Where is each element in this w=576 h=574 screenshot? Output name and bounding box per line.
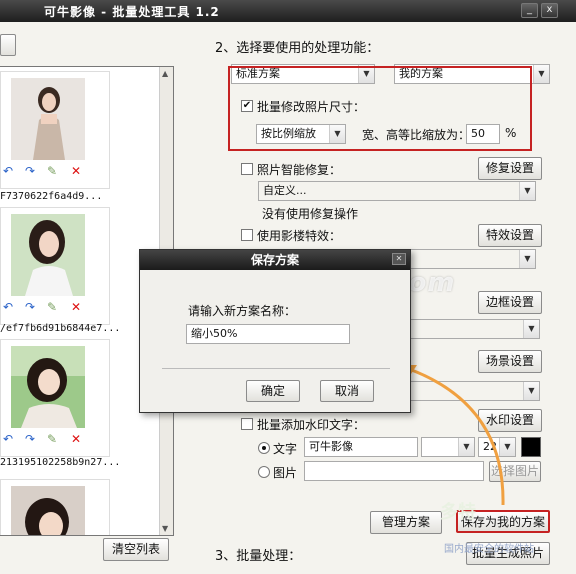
- thumbnail-item[interactable]: ↶ ↷ ✎ ✕: [0, 71, 110, 189]
- rotate-right-icon[interactable]: ↷: [25, 432, 35, 446]
- photo-thumbnail[interactable]: [11, 486, 85, 536]
- edit-icon[interactable]: ✎: [47, 300, 57, 314]
- watermark-settings-button[interactable]: 水印设置: [478, 409, 542, 432]
- watermark-label: 批量添加水印文字：: [257, 418, 366, 432]
- thumbnail-filename: /ef7fb6d91b6844e7...: [0, 323, 121, 334]
- window-title: 可牛影像 - 批量处理工具 1.2: [44, 5, 220, 19]
- watermark-checkbox[interactable]: [241, 418, 253, 430]
- watermark-image-radio[interactable]: [258, 466, 270, 478]
- resize-label: 批量修改照片尺寸：: [257, 100, 366, 114]
- watermark-image-radio-label: 图片: [273, 466, 298, 480]
- percent-unit: %: [505, 126, 517, 140]
- chevron-down-icon[interactable]: ▼: [533, 65, 549, 83]
- repair-note: 没有使用修复操作: [262, 207, 359, 221]
- clear-list-button[interactable]: 清空列表: [103, 538, 169, 561]
- step2-title: 2、选择要使用的处理功能：: [215, 41, 380, 56]
- scroll-up-icon[interactable]: ▲: [162, 69, 171, 78]
- scene-settings-button[interactable]: 场景设置: [478, 350, 542, 373]
- watermark-text-radio[interactable]: [258, 442, 270, 454]
- thumbnail-item[interactable]: [0, 479, 110, 536]
- watermark-text-radio-label: 文字: [273, 442, 298, 456]
- thumbnail-item[interactable]: ↶ ↷ ✎ ✕: [0, 207, 110, 325]
- resize-checkbox[interactable]: ✔: [241, 100, 253, 112]
- watermark-image-path[interactable]: [304, 461, 484, 481]
- delete-icon[interactable]: ✕: [71, 432, 81, 446]
- photo-thumbnail[interactable]: [11, 346, 85, 428]
- repair-settings-button[interactable]: 修复设置: [478, 157, 542, 180]
- repair-select[interactable]: 自定义... ▼: [258, 181, 536, 201]
- delete-icon[interactable]: ✕: [71, 164, 81, 178]
- thumbnail-toolbar: ↶ ↷ ✎ ✕: [1, 164, 101, 178]
- step3-title: 3、批量处理：: [215, 549, 302, 564]
- resize-mode-select[interactable]: 按比例缩放 ▼: [256, 124, 346, 144]
- effect-settings-button[interactable]: 特效设置: [478, 224, 542, 247]
- rotate-right-icon[interactable]: ↷: [25, 300, 35, 314]
- rotate-left-icon[interactable]: ↶: [3, 300, 13, 314]
- rotate-left-icon[interactable]: ↶: [3, 432, 13, 446]
- repair-checkbox[interactable]: [241, 163, 253, 175]
- manage-presets-button[interactable]: 管理方案: [370, 511, 442, 534]
- dialog-title: 保存方案: [140, 250, 410, 270]
- chevron-down-icon[interactable]: ▼: [458, 438, 474, 456]
- add-photo-button[interactable]: [0, 34, 16, 56]
- resize-mode-value: 按比例缩放: [261, 127, 316, 140]
- dialog-close-icon[interactable]: ✕: [392, 253, 406, 265]
- chevron-down-icon[interactable]: ▼: [523, 382, 539, 400]
- delete-icon[interactable]: ✕: [71, 300, 81, 314]
- resize-ratio-input[interactable]: 50: [466, 124, 500, 144]
- chevron-down-icon[interactable]: ▼: [499, 438, 515, 456]
- edit-icon[interactable]: ✎: [47, 164, 57, 178]
- rotate-left-icon[interactable]: ↶: [3, 164, 13, 178]
- effect-select[interactable]: ▼: [400, 249, 536, 269]
- preset-name-input[interactable]: 缩小50%: [186, 324, 350, 344]
- watermark-size-select[interactable]: 22 ▼: [478, 437, 516, 457]
- dialog-cancel-button[interactable]: 取消: [320, 380, 374, 402]
- watermark-size-value: 22: [483, 440, 497, 453]
- watermark-color-swatch[interactable]: [521, 437, 541, 457]
- repair-select-value: 自定义...: [263, 184, 307, 197]
- corner-logo-subtitle: 国内最安全的软件站: [444, 544, 534, 555]
- chevron-down-icon[interactable]: ▼: [519, 250, 535, 268]
- thumbnail-item[interactable]: ↶ ↷ ✎ ✕: [0, 339, 110, 457]
- dialog-divider: [162, 368, 390, 369]
- thumbnail-toolbar: ↶ ↷ ✎ ✕: [1, 432, 101, 446]
- photo-thumbnail[interactable]: [11, 214, 85, 296]
- effect-checkbox[interactable]: [241, 229, 253, 241]
- dialog-ok-button[interactable]: 确定: [246, 380, 300, 402]
- watermark-text-input[interactable]: 可牛影像: [304, 437, 418, 457]
- save-preset-dialog: 保存方案 ✕ 请输入新方案名称： 缩小50% 确定 取消: [139, 249, 411, 413]
- border-settings-button[interactable]: 边框设置: [478, 291, 542, 314]
- chevron-down-icon[interactable]: ▼: [329, 125, 345, 143]
- scene-select[interactable]: ▼: [400, 381, 540, 401]
- resize-ratio-label: 宽、高等比缩放为：: [362, 128, 471, 142]
- watermark-font-select[interactable]: ▼: [421, 437, 475, 457]
- title-bar: 可牛影像 - 批量处理工具 1.2 _ x: [0, 0, 576, 22]
- minimize-button[interactable]: _: [521, 3, 538, 18]
- border-select[interactable]: ▼: [400, 319, 540, 339]
- thumbnail-filename: F7370622f6a4d9...: [0, 191, 103, 202]
- thumbnail-toolbar: ↶ ↷ ✎ ✕: [1, 300, 101, 314]
- thumbnail-filename: 213195102258b9n27...: [0, 457, 121, 468]
- repair-label: 照片智能修复：: [257, 163, 342, 177]
- dialog-prompt: 请输入新方案名称：: [188, 304, 297, 318]
- scroll-down-icon[interactable]: ▼: [162, 524, 171, 533]
- chevron-down-icon[interactable]: ▼: [519, 182, 535, 200]
- chevron-down-icon[interactable]: ▼: [523, 320, 539, 338]
- edit-icon[interactable]: ✎: [47, 432, 57, 446]
- photo-thumbnail[interactable]: [11, 78, 85, 160]
- corner-logo: 多特: [440, 502, 476, 523]
- close-button[interactable]: x: [541, 3, 558, 18]
- effect-label: 使用影楼特效：: [257, 229, 342, 243]
- browse-image-button[interactable]: 选择图片: [489, 461, 541, 482]
- rotate-right-icon[interactable]: ↷: [25, 164, 35, 178]
